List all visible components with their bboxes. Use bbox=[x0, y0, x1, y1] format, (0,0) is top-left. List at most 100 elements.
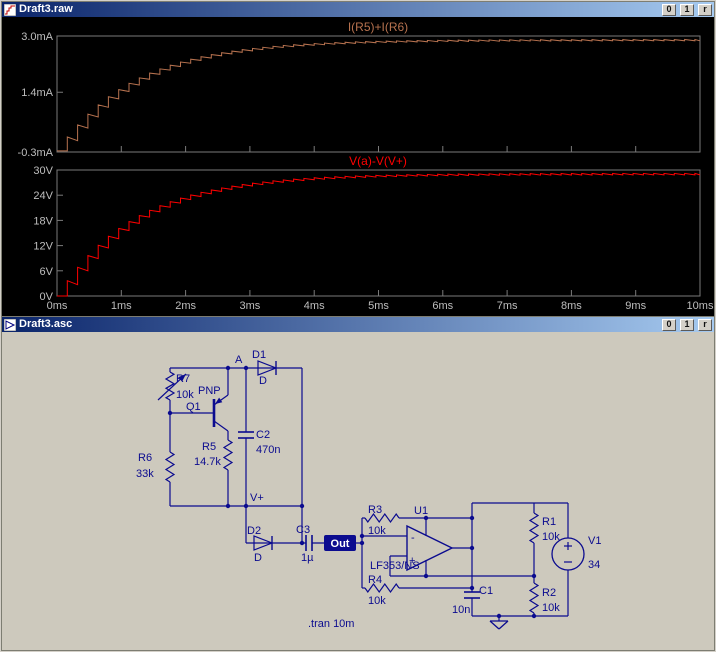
junction-dot bbox=[225, 503, 231, 509]
maximize-button[interactable]: 1 bbox=[680, 318, 694, 331]
window-draft3-asc: Draft3.asc 0 1 r R7 10k PNP Q1 R5 14.7k R6 33k C… bbox=[1, 316, 715, 651]
component-label[interactable]: D bbox=[259, 375, 267, 387]
schematic-canvas[interactable]: R7 10k PNP Q1 R5 14.7k R6 33k C2 470n D1 D D2 D C3 1µ R3… bbox=[2, 332, 714, 650]
x-tick-label: 1ms bbox=[111, 300, 132, 312]
component-label[interactable]: - bbox=[411, 532, 415, 544]
component-label[interactable]: 10n bbox=[452, 604, 470, 616]
component-label[interactable]: R2 bbox=[542, 587, 556, 599]
schematic-icon bbox=[4, 318, 16, 331]
component-label[interactable]: + bbox=[409, 555, 415, 567]
y-tick-label: 30V bbox=[33, 165, 53, 177]
component-label[interactable]: 10k bbox=[542, 602, 560, 614]
junction-dot bbox=[299, 540, 305, 546]
junction-dot bbox=[423, 573, 429, 579]
junction-dot bbox=[496, 613, 502, 619]
x-tick-label: 3ms bbox=[240, 300, 261, 312]
resistor-symbol[interactable] bbox=[528, 582, 540, 614]
titlebar-raw[interactable]: Draft3.raw 0 1 r bbox=[2, 2, 714, 17]
junction-dot bbox=[225, 365, 231, 371]
net-label-a[interactable]: A bbox=[235, 354, 243, 366]
x-tick-label: 2ms bbox=[175, 300, 196, 312]
component-label[interactable]: R1 bbox=[542, 516, 556, 528]
junction-dot bbox=[469, 585, 475, 591]
component-label[interactable]: C3 bbox=[296, 524, 310, 536]
component-label[interactable]: 470n bbox=[256, 444, 280, 456]
component-label[interactable]: Q1 bbox=[186, 401, 201, 413]
y-tick-label: 6V bbox=[40, 266, 54, 278]
window-title-raw: Draft3.raw bbox=[19, 3, 73, 15]
component-label[interactable]: 10k bbox=[368, 525, 386, 537]
junction-dot bbox=[243, 365, 249, 371]
junction-dot bbox=[167, 410, 173, 416]
ltspice-workspace: Draft3.raw 0 1 r I(R5)+I(R6) V(a)-V(V+) … bbox=[0, 0, 716, 652]
x-tick-label: 0ms bbox=[47, 300, 68, 312]
resistor-symbol[interactable] bbox=[222, 439, 234, 471]
component-label[interactable]: R4 bbox=[368, 574, 382, 586]
x-tick-label: 6ms bbox=[432, 300, 453, 312]
component-label[interactable]: 33k bbox=[136, 468, 154, 480]
plot-pane[interactable] bbox=[56, 35, 701, 153]
junction-dot bbox=[531, 613, 537, 619]
component-label[interactable]: 10k bbox=[542, 531, 560, 543]
y-tick-label: 1.4mA bbox=[21, 87, 53, 99]
component-label[interactable]: R5 bbox=[202, 441, 216, 453]
resistor-symbol[interactable] bbox=[528, 512, 540, 544]
junction-dot bbox=[359, 533, 365, 539]
plot-pane[interactable] bbox=[56, 169, 701, 297]
junction-dot bbox=[243, 503, 249, 509]
minimize-button[interactable]: 0 bbox=[662, 318, 676, 331]
trace1-label[interactable]: I(R5)+I(R6) bbox=[348, 20, 408, 34]
junction-dot bbox=[469, 515, 475, 521]
waveform-plot-area[interactable]: I(R5)+I(R6) V(a)-V(V+) 3.0mA 1.4mA -0.3mA 3… bbox=[2, 17, 714, 316]
pnp-emitter-arrow bbox=[215, 397, 223, 404]
component-label[interactable]: D bbox=[254, 552, 262, 564]
component-label[interactable]: R6 bbox=[138, 452, 152, 464]
y-tick-label: 18V bbox=[33, 215, 53, 227]
y-tick-label: -0.3mA bbox=[18, 147, 54, 159]
schematic-drawing[interactable]: R7 10k PNP Q1 R5 14.7k R6 33k C2 470n D1 D D2 D C3 1µ R3… bbox=[2, 332, 714, 650]
junction-dot bbox=[531, 573, 537, 579]
trace-path[interactable] bbox=[57, 172, 701, 297]
x-tick-label: 5ms bbox=[368, 300, 389, 312]
component-label[interactable]: D2 bbox=[247, 525, 261, 537]
y-tick-label: 24V bbox=[33, 190, 53, 202]
junction-dot bbox=[359, 540, 365, 546]
trace2-label[interactable]: V(a)-V(V+) bbox=[349, 154, 407, 168]
net-label-vplus[interactable]: V+ bbox=[250, 492, 264, 504]
titlebar-asc[interactable]: Draft3.asc 0 1 r bbox=[2, 317, 714, 332]
junction-dot bbox=[299, 503, 305, 509]
component-label[interactable]: 1µ bbox=[301, 552, 314, 564]
x-tick-label: 9ms bbox=[625, 300, 646, 312]
component-label[interactable]: 10k bbox=[368, 595, 386, 607]
component-label[interactable]: 14.7k bbox=[194, 456, 221, 468]
x-tick-label: 7ms bbox=[497, 300, 518, 312]
spice-directive[interactable]: .tran 10m bbox=[308, 618, 354, 630]
component-label[interactable]: 10k bbox=[176, 389, 194, 401]
net-flag-out[interactable]: Out bbox=[331, 538, 350, 550]
component-label[interactable]: R7 bbox=[176, 373, 190, 385]
trace-path[interactable] bbox=[57, 38, 701, 152]
plot-panes[interactable]: 3.0mA1.4mA-0.3mA30V24V18V12V6V0V0ms 1ms 2m… bbox=[18, 31, 714, 312]
component-label[interactable]: D1 bbox=[252, 349, 266, 361]
component-label[interactable]: V1 bbox=[588, 535, 601, 547]
minimize-button[interactable]: 0 bbox=[662, 3, 676, 16]
waveform-viewer[interactable]: I(R5)+I(R6) V(a)-V(V+) 3.0mA 1.4mA -0.3mA 3… bbox=[2, 17, 714, 316]
component-label[interactable]: 34 bbox=[588, 559, 600, 571]
junction-dot bbox=[469, 545, 475, 551]
y-tick-label: 3.0mA bbox=[21, 31, 53, 43]
close-button[interactable]: r bbox=[698, 318, 712, 331]
x-tick-label: 4ms bbox=[304, 300, 325, 312]
window-draft3-raw: Draft3.raw 0 1 r I(R5)+I(R6) V(a)-V(V+) … bbox=[1, 1, 715, 317]
component-label[interactable]: PNP bbox=[198, 385, 221, 397]
close-button[interactable]: r bbox=[698, 3, 712, 16]
resistor-symbol[interactable] bbox=[164, 451, 176, 483]
component-label[interactable]: R3 bbox=[368, 504, 382, 516]
waveform-icon bbox=[4, 3, 16, 16]
schematic-wires-and-symbols[interactable]: R7 10k PNP Q1 R5 14.7k R6 33k C2 470n D1 D D2 D C3 1µ R3… bbox=[136, 349, 601, 630]
component-label[interactable]: C2 bbox=[256, 429, 270, 441]
component-label[interactable]: C1 bbox=[479, 585, 493, 597]
x-tick-label: 10ms bbox=[687, 300, 714, 312]
component-label[interactable]: U1 bbox=[414, 505, 428, 517]
window-title-asc: Draft3.asc bbox=[19, 318, 73, 330]
maximize-button[interactable]: 1 bbox=[680, 3, 694, 16]
